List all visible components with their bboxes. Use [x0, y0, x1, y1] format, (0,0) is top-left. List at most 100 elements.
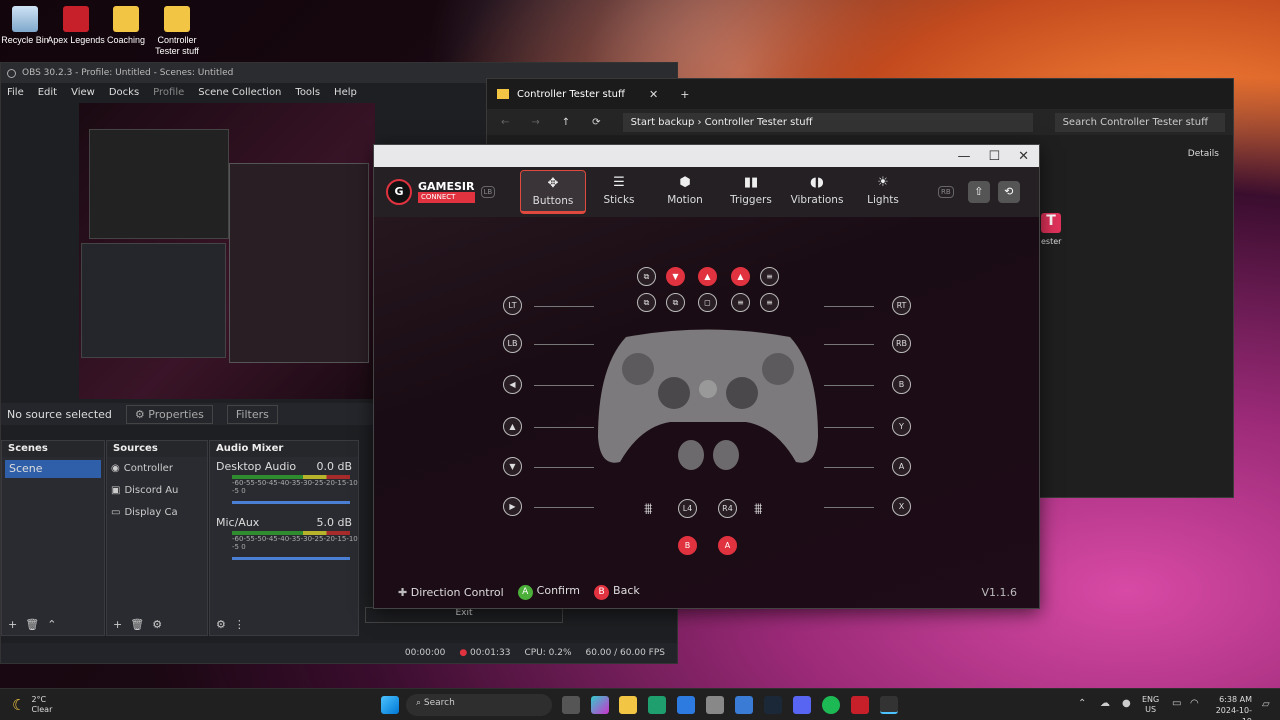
exit-button[interactable]: Exit — [365, 607, 563, 623]
share-button-icon[interactable]: ⧉ — [666, 293, 685, 312]
dpad-down-button[interactable]: ▼ — [503, 457, 522, 476]
scene-item[interactable]: Scene — [5, 460, 101, 478]
source-row[interactable]: ◉ Controller — [107, 457, 207, 479]
upload-icon[interactable]: ⇧ — [967, 181, 990, 203]
add-source-icon[interactable]: + — [113, 618, 122, 631]
edge-icon[interactable] — [648, 696, 666, 714]
source-row[interactable]: ▭ Display Ca — [107, 501, 207, 523]
x-button[interactable]: X — [892, 497, 911, 516]
menu-tools[interactable]: Tools — [295, 87, 320, 98]
gear-icon[interactable]: ⚙ — [216, 618, 226, 631]
network-icon[interactable]: ▭ — [1172, 698, 1181, 709]
filters-button[interactable]: Filters — [226, 404, 278, 424]
copilot-icon[interactable] — [591, 696, 609, 714]
dpad-right-button[interactable]: ▶ — [503, 497, 522, 516]
discord-icon[interactable] — [793, 696, 811, 714]
menu-edit[interactable]: Edit — [38, 87, 57, 98]
coaching-folder-icon[interactable]: Coaching — [97, 6, 155, 46]
share-button-icon[interactable]: ⧉ — [637, 267, 656, 286]
r4-button[interactable]: R4 — [718, 499, 737, 518]
tab-vibrations[interactable]: ◖◗ Vibrations — [784, 170, 850, 214]
share-button-icon[interactable]: ⧉ — [637, 293, 656, 312]
r4-mapping-a[interactable]: A — [718, 536, 737, 555]
dpad-down-red-icon[interactable]: ▼ — [666, 267, 685, 286]
mic-icon[interactable]: ● — [1122, 698, 1131, 709]
wifi-icon[interactable]: ◠ — [1190, 698, 1199, 709]
menu-docks[interactable]: Docks — [109, 87, 139, 98]
menu-button-icon[interactable]: ≡ — [760, 293, 779, 312]
tab-triggers[interactable]: ▮▮ Triggers — [718, 170, 784, 214]
spotify-icon[interactable] — [822, 696, 840, 714]
new-tab-icon[interactable]: + — [680, 88, 689, 101]
capture-button-icon[interactable]: ◻ — [698, 293, 717, 312]
trash-icon[interactable]: 🗑 — [130, 618, 144, 631]
lt-button[interactable]: LT — [503, 296, 522, 315]
menu-file[interactable]: File — [7, 87, 24, 98]
taskbar-search[interactable]: ⌕ Search — [406, 694, 552, 716]
explorer-tab[interactable]: Controller Tester stuff — [517, 89, 641, 100]
obs-taskbar-icon[interactable] — [706, 696, 724, 714]
tab-motion[interactable]: ⬢ Motion — [652, 170, 718, 214]
breadcrumb[interactable]: Start backup › Controller Tester stuff — [622, 112, 1033, 132]
steam-icon[interactable] — [764, 696, 782, 714]
recycle-bin-icon[interactable]: Recycle Bin — [0, 6, 54, 46]
up-icon[interactable]: ↑ — [562, 117, 570, 128]
todo-icon[interactable] — [677, 696, 695, 714]
volume-slider[interactable] — [232, 501, 350, 504]
dpad-up-button[interactable]: ▲ — [503, 417, 522, 436]
close-icon[interactable]: ✕ — [1018, 149, 1029, 164]
y-button[interactable]: Y — [892, 417, 911, 436]
close-tab-icon[interactable]: ✕ — [649, 88, 658, 101]
clock[interactable]: 6:38 AM2024-10-19 — [1208, 694, 1252, 720]
menu-dots-icon[interactable]: ⋮ — [234, 618, 245, 631]
start-icon[interactable] — [381, 696, 399, 714]
source-row[interactable]: ▣ Discord Au — [107, 479, 207, 501]
menu-button-icon[interactable]: ≡ — [760, 267, 779, 286]
obs-preview[interactable] — [79, 103, 375, 399]
forward-icon[interactable]: → — [531, 117, 539, 128]
app-icon[interactable] — [735, 696, 753, 714]
chevron-up-icon[interactable]: ⌃ — [47, 618, 56, 631]
tab-buttons[interactable]: ✥ Buttons — [520, 170, 586, 214]
file-explorer-icon[interactable] — [619, 696, 637, 714]
minimize-icon[interactable]: — — [957, 149, 970, 164]
details-button[interactable]: Details — [1188, 149, 1219, 159]
menu-view[interactable]: View — [71, 87, 95, 98]
b-button[interactable]: B — [892, 375, 911, 394]
apex-taskbar-icon[interactable] — [851, 696, 869, 714]
trash-icon[interactable]: 🗑 — [25, 618, 39, 631]
cloud-icon[interactable]: ☁ — [1100, 698, 1110, 709]
app-icon[interactable]: T — [1041, 213, 1061, 233]
properties-button[interactable]: ⚙ Properties — [125, 404, 213, 424]
task-view-icon[interactable] — [562, 696, 580, 714]
a-button[interactable]: A — [892, 457, 911, 476]
tray-chevron-icon[interactable]: ⌃ — [1078, 698, 1086, 709]
maximize-icon[interactable]: ☐ — [988, 149, 1000, 164]
refresh-icon[interactable]: ⟳ — [592, 117, 600, 128]
back-icon[interactable]: ← — [501, 117, 509, 128]
rb-button[interactable]: RB — [892, 334, 911, 353]
reset-icon[interactable]: ⟲ — [997, 181, 1020, 203]
menu-profile[interactable]: Profile — [153, 87, 184, 98]
dpad-left-button[interactable]: ◀ — [503, 375, 522, 394]
volume-slider[interactable] — [232, 557, 350, 560]
menu-button-icon[interactable]: ≡ — [731, 293, 750, 312]
language-indicator[interactable]: ENG US — [1142, 695, 1159, 715]
controller-tester-folder-icon[interactable]: Controller Tester stuff — [148, 6, 206, 57]
tab-lights[interactable]: ☀ Lights — [850, 170, 916, 214]
lb-button[interactable]: LB — [503, 334, 522, 353]
add-scene-icon[interactable]: + — [8, 618, 17, 631]
menu-help[interactable]: Help — [334, 87, 357, 98]
notification-icon[interactable]: ▱ — [1262, 699, 1270, 710]
l4-button[interactable]: L4 — [678, 499, 697, 518]
dpad-up-red-icon[interactable]: ▲ — [698, 267, 717, 286]
rt-button[interactable]: RT — [892, 296, 911, 315]
l4-mapping-b[interactable]: B — [678, 536, 697, 555]
tab-sticks[interactable]: ☰ Sticks — [586, 170, 652, 214]
dpad-up-red-icon[interactable]: ▲ — [731, 267, 750, 286]
gear-icon[interactable]: ⚙ — [152, 618, 162, 631]
weather-widget[interactable]: ☾ 2°C Clear — [12, 695, 52, 715]
search-input[interactable]: Search Controller Tester stuff — [1054, 112, 1225, 132]
gamesir-taskbar-icon[interactable] — [880, 696, 898, 714]
menu-scene-collection[interactable]: Scene Collection — [198, 87, 281, 98]
